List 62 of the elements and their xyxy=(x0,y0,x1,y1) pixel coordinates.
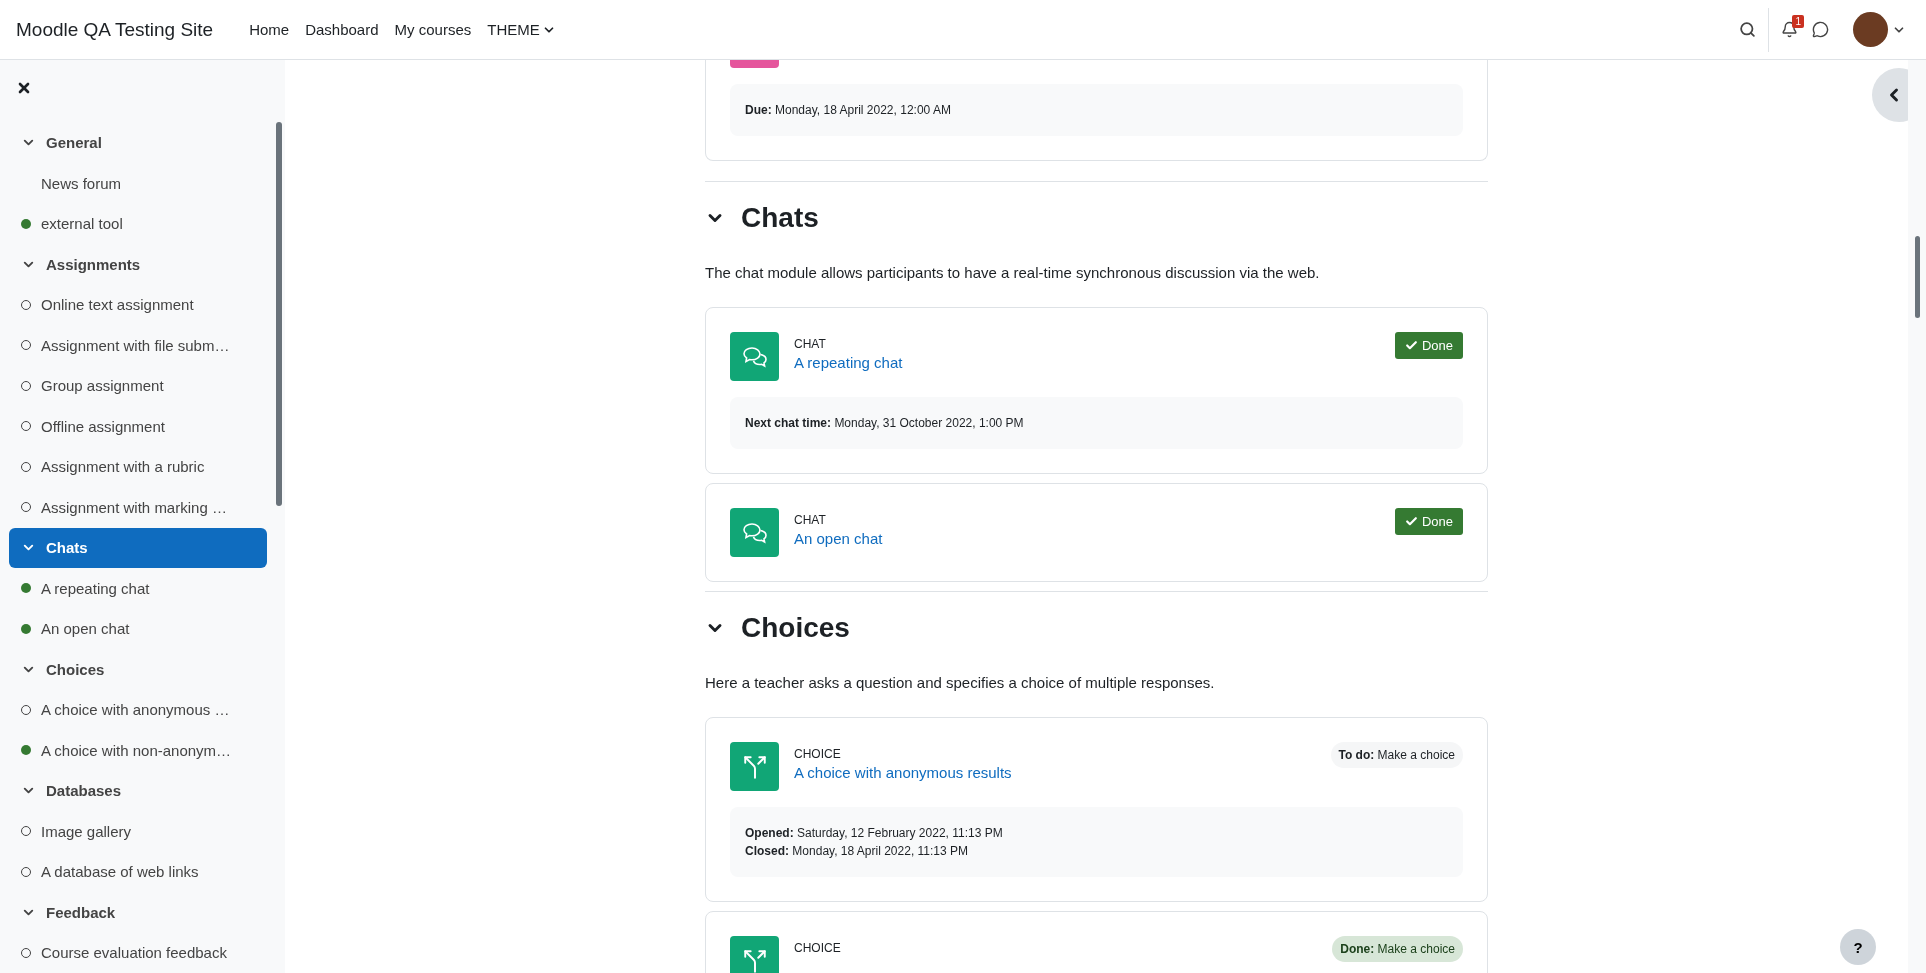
activity-link[interactable]: Assignment with file subm… xyxy=(41,336,230,354)
done-button[interactable]: Done xyxy=(1394,332,1463,359)
chat-bubbles-icon xyxy=(741,520,768,545)
section-link[interactable]: Assignments xyxy=(9,244,267,285)
activity-icon xyxy=(730,60,779,68)
bell-icon xyxy=(1781,21,1798,38)
activity-link[interactable]: Assignment with marking … xyxy=(41,498,227,516)
notification-count: 1 xyxy=(1792,15,1804,28)
activity-type: CHAT xyxy=(794,337,827,351)
split-arrow-icon xyxy=(741,947,768,973)
activity-link[interactable]: A repeating chat xyxy=(41,579,150,597)
site-name[interactable]: Moodle QA Testing Site xyxy=(16,18,214,41)
activity-link[interactable]: Online text assignment xyxy=(41,296,194,314)
activity-link[interactable]: A database of web links xyxy=(41,863,199,881)
date-line: Opened: Saturday, 12 February 2022, 11:13 PM xyxy=(745,825,1004,842)
close-icon xyxy=(16,80,32,96)
section-link[interactable]: Feedback xyxy=(9,892,267,933)
check-icon xyxy=(1404,339,1418,352)
activity-link[interactable]: A choice with anonymous results xyxy=(794,764,1316,781)
date-line: Due: Monday, 18 April 2022, 12:00 AM xyxy=(745,102,952,119)
chat-bubbles-icon xyxy=(741,344,768,369)
section-link[interactable]: Chats xyxy=(9,527,267,568)
split-arrow-icon xyxy=(741,753,768,780)
section-description: Here a teacher asks a question and specifies a choice of multiple responses. xyxy=(705,674,1216,691)
section-title: Choices xyxy=(741,612,850,644)
nav-link[interactable]: Home xyxy=(249,21,290,38)
activity-link[interactable]: Assignment with a rubric xyxy=(41,458,205,476)
activity-link[interactable]: Course evaluation feedback xyxy=(41,944,227,962)
activity-link[interactable]: An open chat xyxy=(41,620,130,638)
activity-link[interactable]: Image gallery xyxy=(41,822,132,840)
completion-badge: To do: Make a choice xyxy=(1330,742,1463,768)
nav-link[interactable]: Dashboard xyxy=(305,21,379,38)
done-button[interactable]: Done xyxy=(1394,508,1463,535)
activity-link[interactable]: A repeating chat xyxy=(794,354,1380,371)
date-line: Next chat time: Monday, 31 October 2022, 1:00 PM xyxy=(745,415,1025,432)
activity-link[interactable]: News forum xyxy=(41,174,122,192)
scrollbar-thumb[interactable] xyxy=(276,122,282,506)
activity-link[interactable]: external tool xyxy=(41,215,123,233)
activity-link[interactable]: A choice with anonymous … xyxy=(41,701,230,719)
section-link[interactable]: Choices xyxy=(9,649,267,690)
activity-type: CHOICE xyxy=(794,747,842,761)
activity-type: CHAT xyxy=(794,513,827,527)
search-icon xyxy=(1739,21,1756,38)
completion-badge: Done: Make a choice xyxy=(1332,936,1463,962)
nav-link[interactable]: My courses xyxy=(394,21,472,38)
section-description: The chat module allows participants to have a real-time synchronous discussion via the web. xyxy=(705,264,1321,281)
nav-link[interactable]: THEME xyxy=(487,21,556,38)
section-title: Chats xyxy=(741,202,819,234)
activity-link[interactable]: An open chat xyxy=(794,530,1380,547)
help-button[interactable]: ? xyxy=(1840,929,1876,965)
activity-type: CHOICE xyxy=(794,941,842,955)
activity-link[interactable]: Offline assignment xyxy=(41,417,165,435)
avatar[interactable] xyxy=(1853,12,1888,47)
check-icon xyxy=(1404,515,1418,528)
section-link[interactable]: Databases xyxy=(9,770,267,811)
notifications-button[interactable]: 1 xyxy=(1777,17,1802,42)
section-link[interactable]: General xyxy=(9,122,267,163)
scrollbar-thumb[interactable] xyxy=(1914,236,1920,318)
activity-link[interactable]: A choice with non-anonym… xyxy=(41,741,232,759)
speech-bubble-icon xyxy=(1812,21,1829,38)
activity-link[interactable]: Group assignment xyxy=(41,377,164,395)
date-line: Closed: Monday, 18 April 2022, 11:13 PM xyxy=(745,843,970,860)
